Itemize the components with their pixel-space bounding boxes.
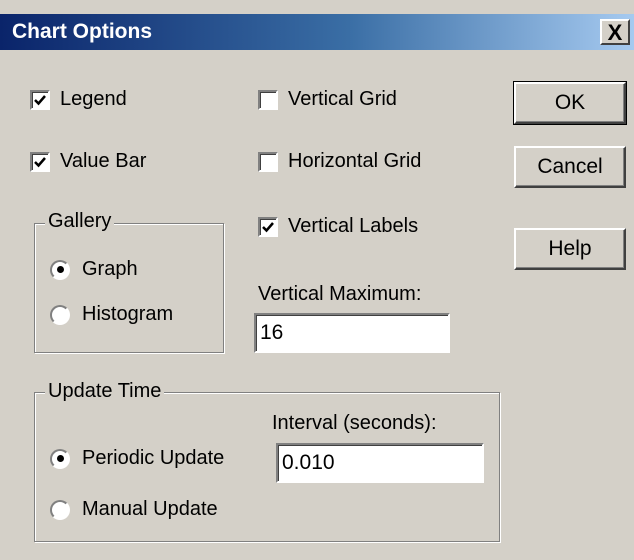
update-time-group-title: Update Time — [45, 380, 165, 403]
checkmark-icon — [262, 221, 274, 232]
manual-update-label: Manual Update — [82, 498, 218, 520]
legend-checkbox[interactable] — [30, 89, 50, 110]
histogram-radio-row[interactable]: Histogram — [50, 303, 173, 326]
vertical-maximum-input[interactable] — [254, 313, 450, 353]
ok-button-label: OK — [554, 91, 586, 114]
window-title: Chart Options — [12, 20, 152, 43]
gallery-group-title: Gallery — [45, 210, 115, 233]
value-bar-checkbox-row[interactable]: Value Bar — [30, 150, 146, 173]
legend-checkbox-row[interactable]: Legend — [30, 88, 127, 111]
ok-button[interactable]: OK — [513, 81, 627, 125]
horizontal-grid-checkbox-row[interactable]: Horizontal Grid — [258, 150, 421, 173]
close-icon: X — [607, 20, 623, 45]
histogram-radio[interactable] — [50, 304, 70, 325]
histogram-label: Histogram — [82, 303, 174, 325]
manual-update-radio[interactable] — [50, 499, 70, 520]
legend-label: Legend — [60, 88, 127, 110]
periodic-update-radio[interactable] — [50, 448, 70, 469]
periodic-update-label: Periodic Update — [82, 447, 225, 469]
graph-label: Graph — [82, 258, 138, 280]
checkmark-icon — [34, 156, 46, 167]
manual-update-radio-row[interactable]: Manual Update — [50, 498, 218, 521]
vertical-labels-label: Vertical Labels — [288, 215, 419, 237]
title-bar[interactable]: Chart Options X — [0, 14, 634, 50]
graph-radio-row[interactable]: Graph — [50, 258, 138, 281]
periodic-update-radio-row[interactable]: Periodic Update — [50, 447, 224, 470]
gallery-group — [34, 223, 224, 353]
graph-radio[interactable] — [50, 259, 70, 280]
cancel-button[interactable]: Cancel — [514, 146, 626, 188]
vertical-labels-checkbox-row[interactable]: Vertical Labels — [258, 215, 418, 238]
horizontal-grid-label: Horizontal Grid — [288, 150, 422, 172]
close-button[interactable]: X — [600, 19, 630, 45]
cancel-button-label: Cancel — [537, 155, 603, 178]
horizontal-grid-checkbox[interactable] — [258, 151, 278, 172]
help-button[interactable]: Help — [514, 228, 626, 270]
vertical-maximum-label: Vertical Maximum: — [258, 283, 422, 305]
window-top-border — [0, 0, 634, 14]
vertical-grid-label: Vertical Grid — [288, 88, 397, 110]
value-bar-label: Value Bar — [60, 150, 147, 172]
interval-label: Interval (seconds): — [272, 412, 437, 434]
vertical-grid-checkbox[interactable] — [258, 89, 278, 110]
vertical-labels-checkbox[interactable] — [258, 216, 278, 237]
help-button-label: Help — [548, 237, 592, 260]
value-bar-checkbox[interactable] — [30, 151, 50, 172]
interval-input[interactable] — [276, 443, 484, 483]
vertical-grid-checkbox-row[interactable]: Vertical Grid — [258, 88, 397, 111]
checkmark-icon — [34, 94, 46, 105]
